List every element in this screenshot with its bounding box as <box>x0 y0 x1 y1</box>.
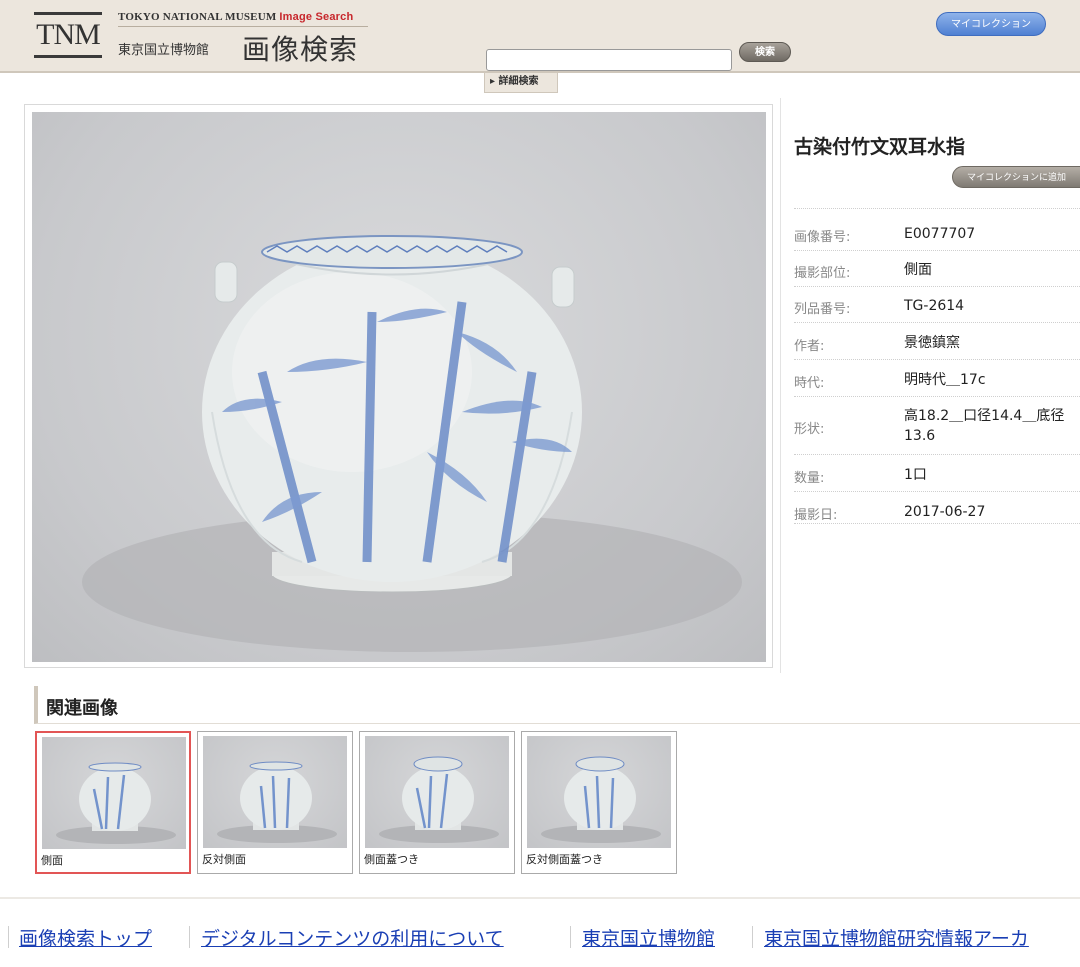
related-thumbnail[interactable]: 側面蓋つき <box>359 731 515 874</box>
add-to-collection-button[interactable]: マイコレクションに追加 <box>952 166 1080 188</box>
jar-illustration <box>82 235 742 652</box>
details-top-rule <box>794 208 1080 209</box>
site-header: TNM TOKYO NATIONAL MUSEUM Image Search 東京… <box>0 0 1080 73</box>
thumbnail-caption: 側面蓋つき <box>364 853 419 866</box>
thumbnail-caption: 反対側面 <box>202 853 246 866</box>
detail-value: 側面 <box>904 262 932 278</box>
panel-divider <box>780 98 781 673</box>
detail-row-photo-date: 撮影日: 2017-06-27 <box>794 492 1080 524</box>
japanese-museum-name: 東京国立博物館 <box>118 43 210 58</box>
detail-label: 形状: <box>794 422 825 437</box>
logo-rule-bottom <box>34 55 102 58</box>
detail-value: E0077707 <box>904 226 976 242</box>
logo-text: TNM <box>36 18 101 51</box>
footer-separator <box>8 926 9 948</box>
detail-label: 作者: <box>794 339 825 354</box>
detail-label: 撮影日: <box>794 508 838 523</box>
footer-separator <box>189 926 190 948</box>
footer-nav: 画像検索トップ デジタルコンテンツの利用について 東京国立博物館 東京国立博物館… <box>0 924 1080 958</box>
detail-value: 景徳鎮窯 <box>904 335 960 351</box>
detail-row-quantity: 数量: 1口 <box>794 455 1080 492</box>
search-input[interactable] <box>486 49 732 71</box>
detail-label: 撮影部位: <box>794 266 851 281</box>
detail-value: 高18.2＿口径14.4＿底径13.6 <box>904 408 1065 444</box>
detail-row-dimensions: 形状: 高18.2＿口径14.4＿底径13.6 <box>794 397 1080 455</box>
related-images-heading: 関連画像 <box>46 698 118 719</box>
footer-link-digital-content-terms[interactable]: デジタルコンテンツの利用について <box>201 924 504 951</box>
thumbnail-image <box>527 736 671 848</box>
related-images-header: 関連画像 <box>34 686 1080 724</box>
search-button[interactable]: 検索 <box>739 42 791 62</box>
english-site-title: TOKYO NATIONAL MUSEUM Image Search <box>118 11 353 23</box>
related-thumbnail[interactable]: 側面 <box>35 731 191 874</box>
english-museum-name: TOKYO NATIONAL MUSEUM <box>118 11 277 23</box>
footer-link-research-archive[interactable]: 東京国立博物館研究情報アーカ <box>764 924 1029 951</box>
detail-value: 明時代＿17c <box>904 372 986 388</box>
related-thumbnail[interactable]: 反対側面 <box>197 731 353 874</box>
footer-separator <box>752 926 753 948</box>
detail-label: 列品番号: <box>794 302 851 317</box>
detail-row-period: 時代: 明時代＿17c <box>794 360 1080 397</box>
logo-rule-top <box>34 12 102 15</box>
thumbnail-image <box>203 736 347 848</box>
detail-row-image-number: 画像番号: E0077707 <box>794 214 1080 251</box>
footer-link-tokyo-national-museum[interactable]: 東京国立博物館 <box>582 924 715 951</box>
thumbnail-caption: 反対側面蓋つき <box>526 853 603 866</box>
main-image-frame <box>24 104 773 668</box>
footer-separator <box>570 926 571 948</box>
item-title: 古染付竹文双耳水指 <box>794 136 966 158</box>
my-collection-button[interactable]: マイコレクション <box>936 12 1046 36</box>
japanese-site-title: 画像検索 <box>242 33 359 66</box>
main-artifact-image[interactable] <box>32 112 766 662</box>
image-search-label: Image Search <box>279 11 354 23</box>
detail-row-photo-part: 撮影部位: 側面 <box>794 251 1080 287</box>
thumbnail-caption: 側面 <box>41 854 63 867</box>
detail-row-item-number: 列品番号: TG-2614 <box>794 287 1080 323</box>
tnm-logo[interactable]: TNM <box>34 12 102 58</box>
advanced-search-link[interactable]: ▸ 詳細検索 <box>484 73 558 93</box>
title-divider <box>118 26 368 27</box>
detail-row-artist: 作者: 景徳鎮窯 <box>794 323 1080 360</box>
detail-label: 画像番号: <box>794 230 851 245</box>
footer-link-image-search-top[interactable]: 画像検索トップ <box>19 924 152 951</box>
detail-value: 1口 <box>904 467 927 483</box>
thumbnail-image <box>365 736 509 848</box>
thumbnail-image <box>42 737 186 849</box>
related-thumbnail[interactable]: 反対側面蓋つき <box>521 731 677 874</box>
detail-value: TG-2614 <box>904 298 965 314</box>
detail-value: 2017-06-27 <box>904 504 986 520</box>
footer-divider <box>0 897 1080 899</box>
detail-label: 数量: <box>794 471 825 486</box>
detail-label: 時代: <box>794 376 825 391</box>
